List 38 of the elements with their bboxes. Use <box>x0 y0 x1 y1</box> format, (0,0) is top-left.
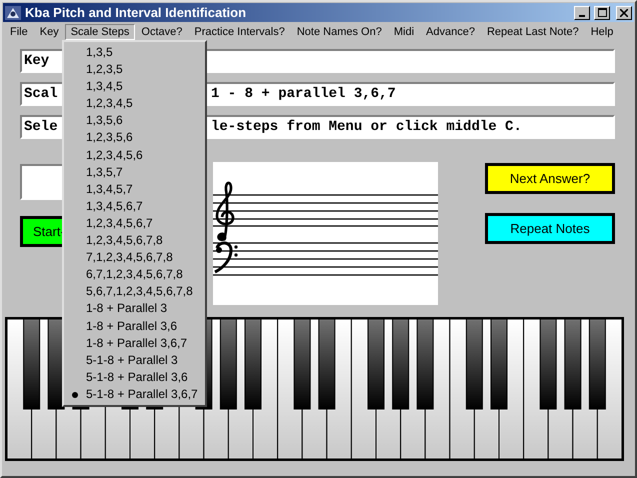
menu-item[interactable]: Repeat Last Note? <box>480 24 585 40</box>
menu-option[interactable]: 1,3,4,5,7 <box>64 180 205 198</box>
menu-item[interactable]: Midi <box>388 24 420 40</box>
menu-option[interactable]: 7,1,2,3,4,5,6,7,8 <box>64 249 205 266</box>
window-title: Kba Pitch and Interval Identification <box>25 5 248 20</box>
maximize-icon <box>598 8 606 17</box>
menu-option[interactable]: 1,3,5,6 <box>64 112 205 130</box>
menu-option[interactable]: 1-8 + Parallel 3,6 <box>64 318 205 335</box>
menu-item[interactable]: File <box>4 24 34 40</box>
menu-option[interactable]: 1,2,3,4,5,6,7 <box>64 214 205 232</box>
menu-option[interactable]: 1,3,4,5,6,7 <box>64 198 205 215</box>
menu-item[interactable]: Key <box>34 24 65 40</box>
repeat-notes-button[interactable]: Repeat Notes <box>485 213 615 244</box>
menu-item[interactable]: Scale Steps <box>64 24 136 40</box>
menu-option[interactable]: 6,7,1,2,3,4,5,6,7,8 <box>64 266 205 284</box>
menu-option[interactable]: 5-1-8 + Parallel 3,6,7 <box>64 386 205 403</box>
minimize-icon <box>579 14 585 16</box>
treble-clef-icon <box>216 182 234 242</box>
menu-option[interactable]: 5-1-8 + Parallel 3,6 <box>64 368 205 386</box>
menu-item[interactable]: Advance? <box>420 24 481 40</box>
menu-item[interactable]: Octave? <box>135 24 188 40</box>
menu-item[interactable]: Note Names On? <box>290 24 388 40</box>
menu-option[interactable]: 1-8 + Parallel 3 <box>64 300 205 318</box>
maximize-button[interactable] <box>594 6 610 20</box>
menu-item[interactable]: Help <box>584 24 620 40</box>
menu-item[interactable]: Practice Intervals? <box>188 24 291 40</box>
close-icon <box>620 8 628 16</box>
menu-option[interactable]: 1,3,5,7 <box>64 164 205 181</box>
next-answer-button[interactable]: Next Answer? <box>485 163 615 194</box>
menu-option[interactable]: 5-1-8 + Parallel 3 <box>64 352 205 369</box>
menu-option[interactable]: 1,2,3,4,5,6 <box>64 146 205 164</box>
menu-option[interactable]: 1,2,3,4,5,6,7,8 <box>64 232 205 250</box>
bass-clef-icon <box>214 242 238 274</box>
close-button[interactable] <box>616 6 632 20</box>
app-icon <box>5 6 21 20</box>
minimize-button[interactable] <box>574 6 590 20</box>
menu-option[interactable]: 5,6,7,1,2,3,4,5,6,7,8 <box>64 283 205 300</box>
menu-option[interactable]: 1-8 + Parallel 3,6,7 <box>64 334 205 352</box>
